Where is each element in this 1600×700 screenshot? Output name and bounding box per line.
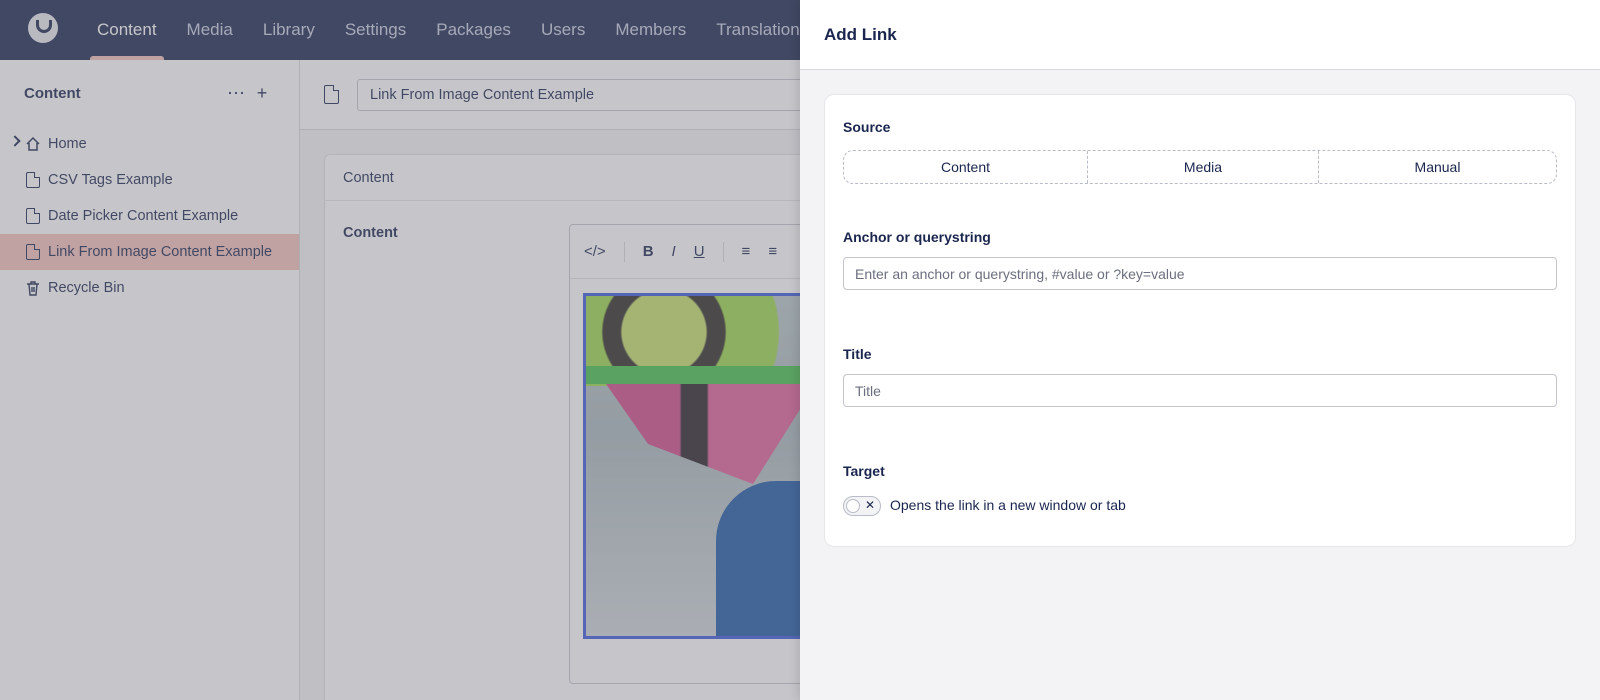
link-form-card: Source Content Media Manual Anchor or qu… (824, 94, 1576, 547)
source-button-group: Content Media Manual (843, 150, 1557, 184)
toggle-knob (846, 499, 860, 513)
source-content-button[interactable]: Content (844, 151, 1087, 183)
anchor-querystring-input[interactable] (843, 257, 1557, 290)
source-manual-button[interactable]: Manual (1318, 151, 1556, 183)
add-link-modal: Add Link Source Content Media Manual Anc… (800, 0, 1600, 700)
target-label: Target (843, 463, 885, 479)
new-window-toggle[interactable]: ✕ (843, 496, 881, 516)
close-icon: ✕ (864, 498, 875, 512)
title-input[interactable] (843, 374, 1557, 407)
source-media-button[interactable]: Media (1087, 151, 1318, 183)
new-window-toggle-label: Opens the link in a new window or tab (890, 497, 1126, 513)
anchor-label: Anchor or querystring (843, 229, 991, 245)
title-label: Title (843, 346, 872, 362)
source-label: Source (843, 119, 891, 135)
modal-title: Add Link (800, 0, 1600, 70)
modal-backdrop[interactable] (0, 0, 800, 700)
